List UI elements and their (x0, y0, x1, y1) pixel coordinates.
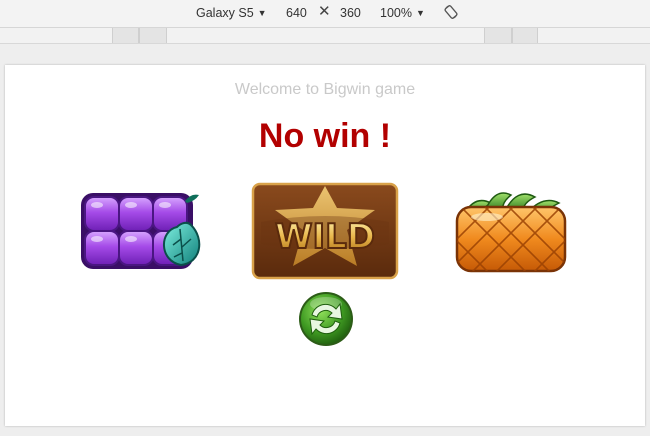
result-message: No win ! (258, 117, 392, 155)
device-name: Galaxy S5 (196, 6, 254, 20)
reel-3 (451, 185, 571, 277)
rotate-icon[interactable] (443, 4, 459, 20)
welcome-heading: Welcome to Bigwin game (234, 81, 416, 98)
zoom-dropdown-caret-icon: ▼ (415, 8, 425, 18)
reel-1 (77, 187, 205, 273)
times-icon: ✕ (318, 3, 331, 20)
reel-2: WILD (251, 182, 399, 280)
viewport-width-input[interactable]: 640 (286, 6, 307, 20)
media-query-segment[interactable] (112, 28, 139, 43)
zoom-select[interactable]: 100% ▼ (380, 6, 425, 21)
zoom-value: 100% (380, 6, 412, 20)
device-dropdown-caret-icon: ▼ (257, 8, 267, 18)
pineapple-icon (455, 192, 567, 273)
grape-icon (81, 193, 201, 269)
media-query-segment[interactable] (512, 28, 538, 43)
media-query-segment[interactable] (139, 28, 167, 43)
media-query-segment[interactable] (484, 28, 512, 43)
wild-label: WILD (275, 217, 375, 257)
device-viewport: Welcome to Bigwin game No win ! WILD (5, 65, 645, 426)
spin-button[interactable] (296, 289, 356, 349)
media-query-bar (0, 28, 650, 44)
device-toolbar: Galaxy S5 ▼ 640 ✕ 360 100% ▼ (0, 0, 650, 28)
refresh-icon (299, 292, 353, 346)
device-select[interactable]: Galaxy S5 ▼ (196, 6, 267, 21)
viewport-height-input[interactable]: 360 (340, 6, 361, 20)
